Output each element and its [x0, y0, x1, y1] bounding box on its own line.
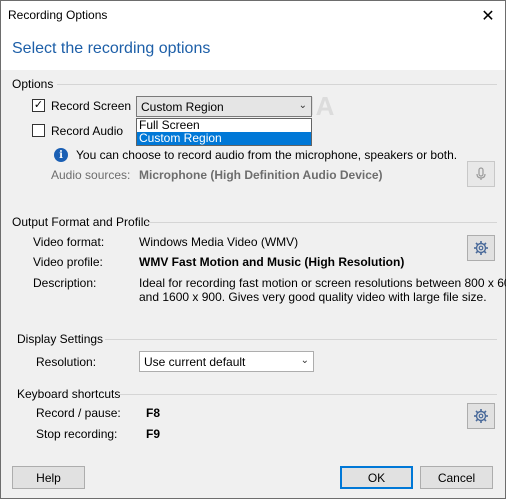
description-line-2: and 1600 x 900. Gives very good quality … [139, 290, 487, 304]
audio-settings-button[interactable] [467, 161, 495, 187]
screen-region-combo[interactable]: Custom Region ⌄ [136, 96, 312, 117]
chevron-down-icon: ⌄ [300, 355, 309, 366]
stop-recording-shortcut[interactable]: F9 [146, 427, 160, 441]
video-profile-value: WMV Fast Motion and Music (High Resoluti… [139, 255, 405, 269]
shortcut-settings-button[interactable] [467, 403, 495, 429]
resolution-combo[interactable]: Use current default ⌄ [139, 351, 314, 372]
microphone-icon [476, 167, 486, 180]
dialog-heading: Select the recording options [12, 40, 211, 57]
window-title: Recording Options [8, 8, 108, 22]
display-divider [105, 339, 497, 340]
stop-recording-label: Stop recording: [36, 427, 118, 441]
audio-sources-value: Microphone (High Definition Audio Device… [139, 168, 383, 182]
gear-icon [474, 241, 488, 255]
dropdown-option-custom-region[interactable]: Custom Region [137, 132, 311, 145]
header-band: Select the recording options [1, 30, 505, 70]
audio-info-text: You can choose to record audio from the … [76, 148, 458, 162]
ok-button[interactable]: OK [340, 466, 413, 489]
video-profile-label: Video profile: [33, 255, 103, 269]
output-group-label: Output Format and Profile [12, 215, 151, 229]
title-bar: Recording Options ✕ [1, 1, 505, 30]
record-pause-label: Record / pause: [36, 406, 121, 420]
keyboard-group-label: Keyboard shortcuts [17, 387, 121, 401]
audio-sources-label: Audio sources: [51, 168, 131, 182]
screen-region-value: Custom Region [141, 100, 224, 114]
close-icon[interactable]: ✕ [471, 1, 505, 30]
description-line-1: Ideal for recording fast motion or scree… [139, 276, 506, 290]
record-screen-checkbox[interactable]: ✓ [32, 99, 45, 112]
chevron-down-icon: ⌄ [298, 100, 307, 111]
output-divider [145, 222, 497, 223]
help-button[interactable]: Help [12, 466, 85, 489]
resolution-label: Resolution: [36, 355, 97, 369]
description-label: Description: [33, 276, 97, 290]
video-format-value: Windows Media Video (WMV) [139, 235, 299, 249]
record-audio-checkbox[interactable] [32, 124, 45, 137]
gear-icon [474, 409, 488, 423]
info-icon: i [54, 148, 68, 162]
options-group-label: Options [12, 77, 54, 91]
keyboard-divider [118, 394, 497, 395]
display-group-label: Display Settings [17, 332, 104, 346]
record-audio-label[interactable]: Record Audio [51, 124, 123, 138]
profile-settings-button[interactable] [467, 235, 495, 261]
record-screen-label[interactable]: Record Screen [51, 99, 131, 113]
record-pause-shortcut[interactable]: F8 [146, 406, 160, 420]
options-divider [57, 84, 497, 85]
resolution-value: Use current default [144, 355, 246, 369]
screen-region-dropdown: Full Screen Custom Region [136, 118, 312, 146]
cancel-button[interactable]: Cancel [420, 466, 493, 489]
video-format-label: Video format: [33, 235, 105, 249]
recording-options-dialog: Recording Options ✕ Select the recording… [0, 0, 506, 499]
